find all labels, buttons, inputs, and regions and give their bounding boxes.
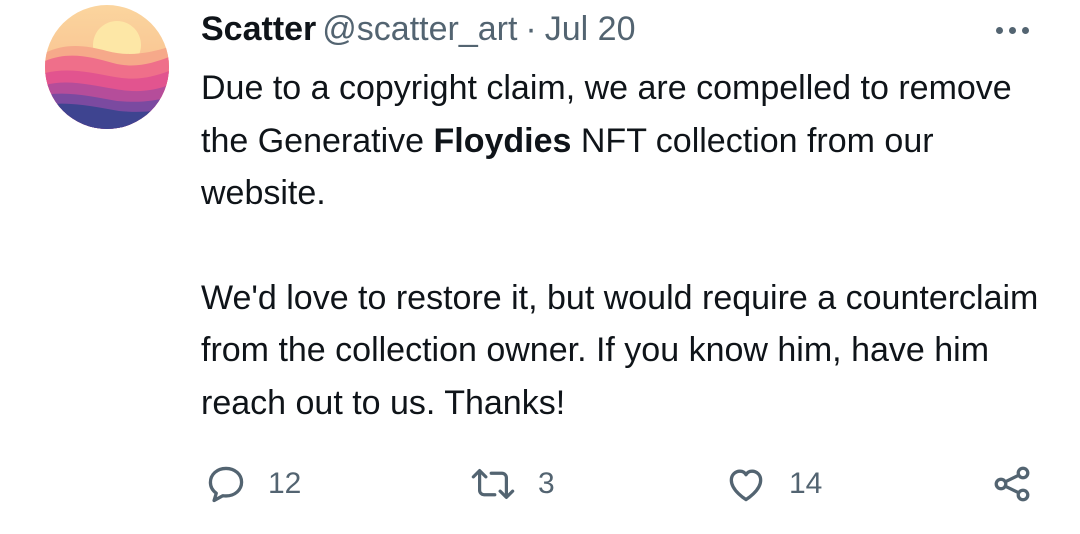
reply-button[interactable]: 12: [204, 462, 301, 506]
reply-count: 12: [268, 467, 302, 500]
author-name[interactable]: Scatter: [201, 10, 316, 48]
tweet-text: Due to a copyright claim, we are compell…: [201, 62, 1061, 429]
tweet-paragraph-2: We'd love to restore it, but would requi…: [201, 278, 1039, 422]
tweet-header: Scatter @scatter_art · Jul 20: [201, 8, 635, 50]
retweet-icon: [471, 469, 515, 499]
like-count: 14: [789, 467, 823, 500]
share-icon: [994, 466, 1030, 502]
like-button[interactable]: 14: [723, 462, 822, 506]
sunset-waves-logo: [45, 5, 169, 129]
more-dots-icon[interactable]: [990, 20, 1034, 40]
separator-dot: ·: [525, 10, 537, 48]
retweet-count: 3: [538, 467, 555, 500]
avatar[interactable]: [45, 5, 169, 129]
tweet-paragraph-1: Due to a copyright claim, we are compell…: [201, 62, 1061, 220]
reply-bubble-icon: [208, 466, 244, 503]
share-button[interactable]: [990, 462, 1034, 506]
retweet-button[interactable]: 3: [468, 462, 555, 506]
tweet-date[interactable]: Jul 20: [545, 10, 636, 48]
author-handle[interactable]: @scatter_art: [322, 10, 517, 48]
heart-icon: [729, 469, 763, 502]
tweet-bold-word: Floydies: [433, 121, 572, 160]
